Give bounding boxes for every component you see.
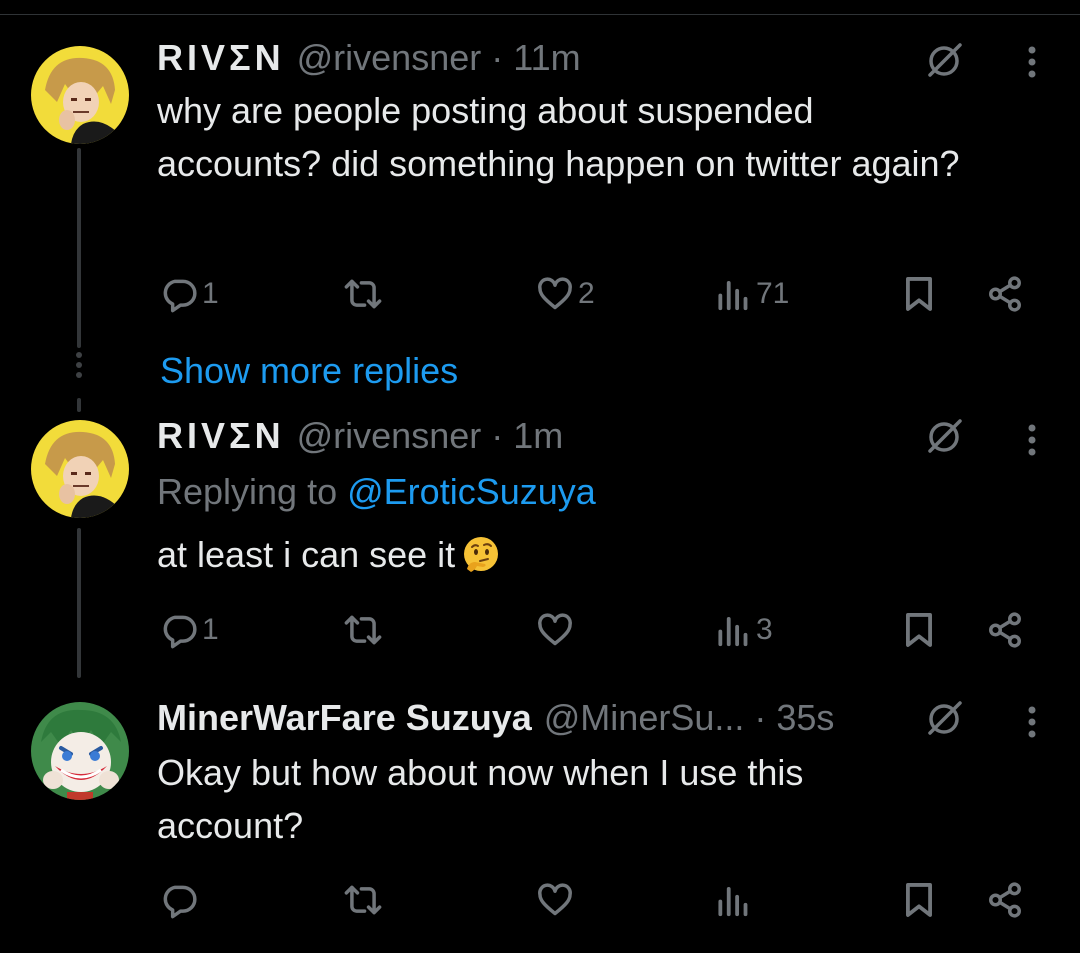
reply-button[interactable]: 1: [160, 274, 219, 314]
views-button[interactable]: 71: [714, 274, 789, 314]
like-icon: [538, 883, 572, 916]
display-name[interactable]: MinerWarFare Suzuya: [157, 697, 532, 739]
more-vertical-icon[interactable]: [1026, 422, 1038, 458]
reply-icon: [163, 885, 197, 919]
tweet-header: RIVΣN @rivensner · 1m: [157, 414, 563, 458]
avatar-minersuzuya[interactable]: [31, 702, 129, 800]
like-button[interactable]: 2: [536, 274, 595, 314]
views-icon: [718, 281, 748, 311]
share-icon: [989, 612, 1021, 648]
timestamp[interactable]: 1m: [513, 415, 563, 457]
grok-slash-icon[interactable]: [924, 698, 964, 738]
display-name[interactable]: RIVΣN: [157, 37, 285, 79]
reply-count: 1: [202, 277, 219, 310]
share-icon: [989, 276, 1021, 312]
thread-line: [77, 528, 81, 678]
tweet-text: at least i can see it: [157, 534, 456, 575]
thinking-face-emoji-icon: [464, 537, 499, 572]
tweet-header: RIVΣN @rivensner · 11m: [157, 36, 581, 80]
replying-to-line: Replying to @EroticSuzuya: [157, 470, 596, 514]
views-icon: [718, 887, 748, 917]
like-button[interactable]: [536, 880, 578, 920]
user-handle[interactable]: @rivensner: [297, 415, 482, 457]
avatar-rivensner[interactable]: [31, 46, 129, 144]
retweet-icon: [344, 885, 382, 915]
like-icon: [538, 613, 572, 646]
show-more-replies-link[interactable]: Show more replies: [160, 348, 458, 394]
more-vertical-icon[interactable]: [1026, 44, 1038, 80]
retweet-button[interactable]: [344, 610, 386, 650]
view-count: 3: [756, 613, 773, 646]
avatar-image: [31, 420, 129, 518]
retweet-button[interactable]: [344, 880, 386, 920]
tweet-text-container: at least i can see it: [157, 528, 977, 581]
tweet-header: MinerWarFare Suzuya @MinerSu... · 35s: [157, 696, 834, 740]
avatar-rivensner[interactable]: [31, 420, 129, 518]
retweet-icon: [344, 279, 382, 309]
display-name[interactable]: RIVΣN: [157, 415, 285, 457]
separator: ·: [491, 415, 504, 456]
bookmark-button[interactable]: [900, 274, 938, 314]
user-handle[interactable]: @MinerSu...: [544, 697, 745, 739]
bookmark-button[interactable]: [900, 880, 938, 920]
reply-button[interactable]: 1: [160, 610, 219, 650]
replying-prefix: Replying to: [157, 471, 338, 512]
thread-line: [77, 398, 81, 412]
share-button[interactable]: [986, 880, 1024, 920]
tweet-text: Okay but how about now when I use this a…: [157, 752, 804, 846]
top-divider: [0, 0, 1080, 15]
like-icon: [538, 277, 572, 310]
retweet-icon: [344, 615, 382, 645]
replying-to-mention[interactable]: @EroticSuzuya: [347, 471, 596, 512]
retweet-button[interactable]: [344, 274, 386, 314]
views-button[interactable]: 3: [714, 610, 773, 650]
separator: ·: [491, 37, 504, 78]
share-button[interactable]: [986, 610, 1024, 650]
thread-gap-dots: [73, 352, 85, 382]
bookmark-icon: [906, 883, 932, 917]
tweet-text: why are people posting about suspended a…: [157, 90, 960, 184]
reply-button[interactable]: [160, 880, 202, 920]
bookmark-button[interactable]: [900, 610, 938, 650]
timestamp[interactable]: 35s: [776, 697, 834, 739]
reply-count: 1: [202, 613, 219, 646]
separator: ·: [754, 697, 767, 738]
bookmark-icon: [906, 277, 932, 311]
grok-slash-icon[interactable]: [924, 416, 964, 456]
thread-line: [77, 148, 81, 348]
avatar-image: [31, 702, 129, 800]
share-button[interactable]: [986, 274, 1024, 314]
like-button[interactable]: [536, 610, 578, 650]
bookmark-icon: [906, 613, 932, 647]
grok-slash-icon[interactable]: [924, 40, 964, 80]
view-count: 71: [756, 277, 790, 310]
reply-icon: [163, 615, 197, 649]
views-button[interactable]: [714, 880, 756, 920]
views-icon: [718, 617, 748, 647]
avatar-image: [31, 46, 129, 144]
user-handle[interactable]: @rivensner: [297, 37, 482, 79]
timestamp[interactable]: 11m: [513, 37, 580, 79]
share-icon: [989, 882, 1021, 918]
like-count: 2: [578, 277, 595, 310]
more-vertical-icon[interactable]: [1026, 704, 1038, 740]
reply-icon: [163, 279, 197, 313]
